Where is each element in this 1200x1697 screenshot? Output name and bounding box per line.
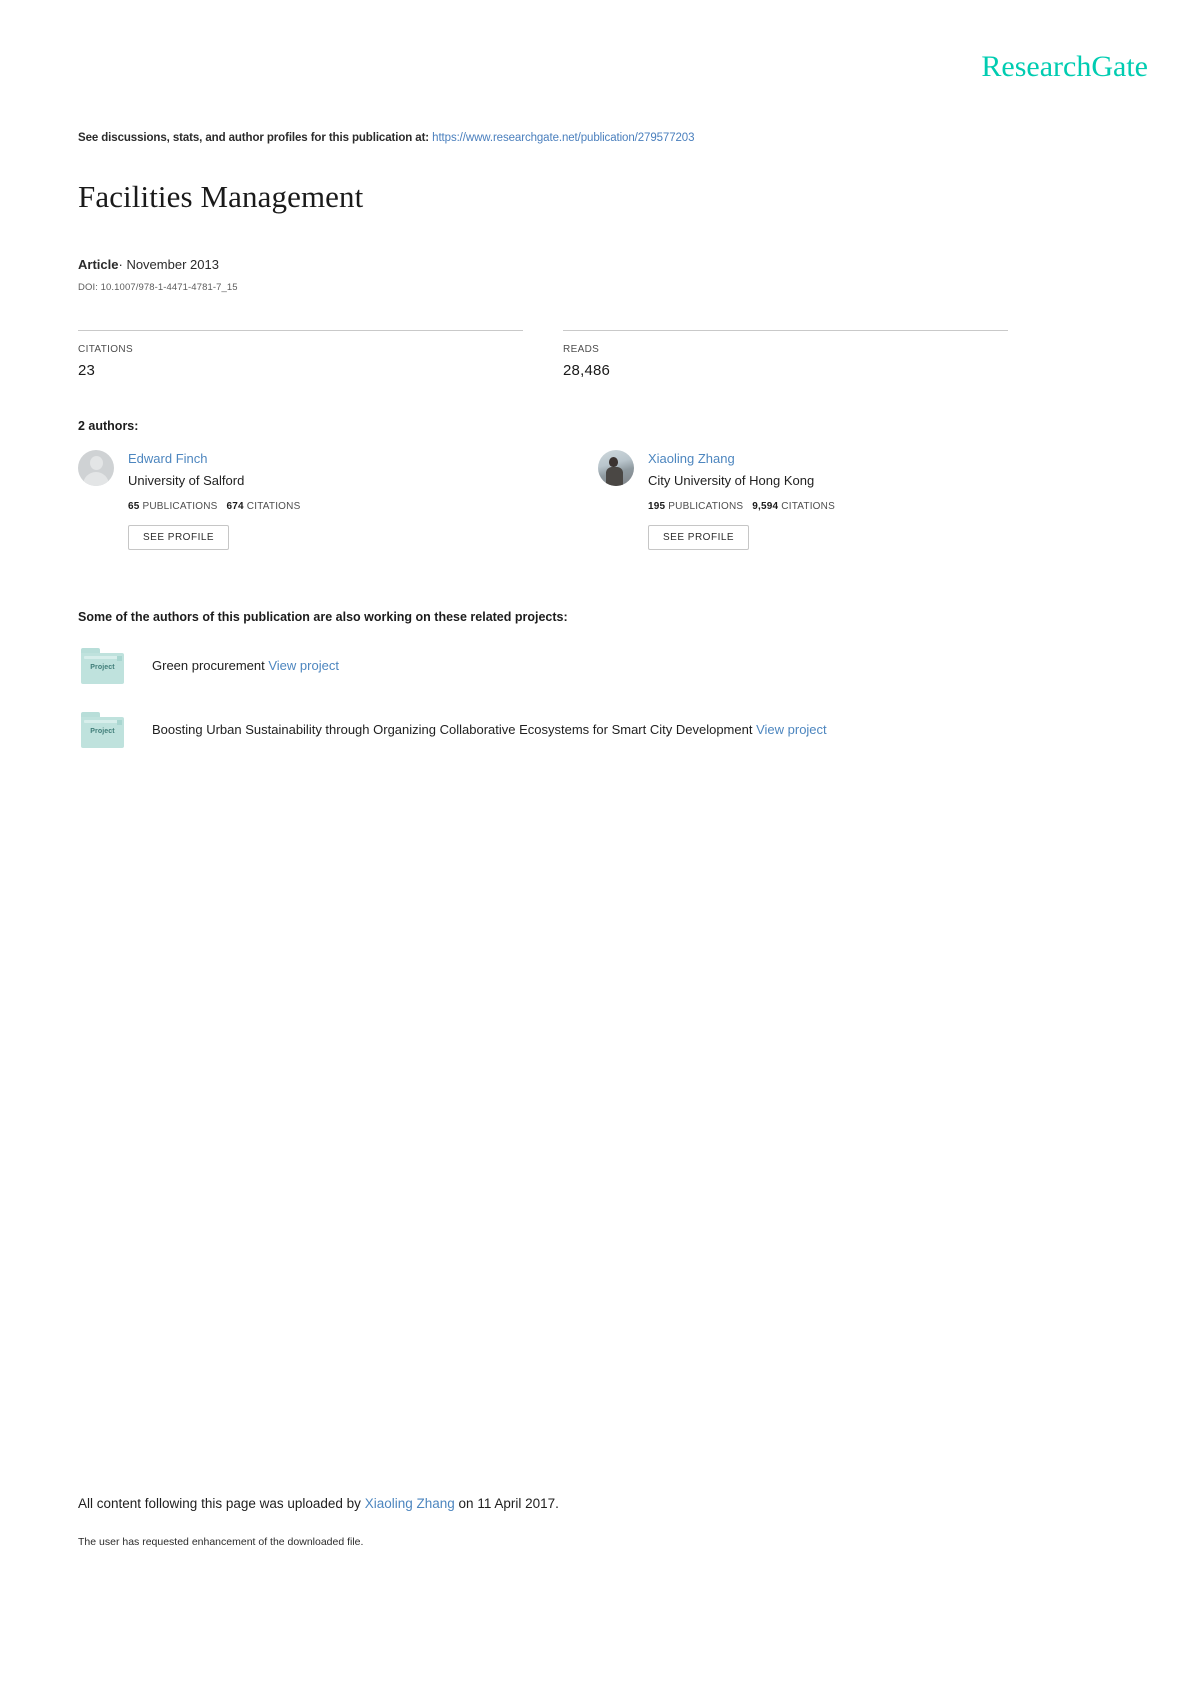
- author-stats: 65 PUBLICATIONS 674 CITATIONS: [128, 501, 300, 512]
- discussion-line: See discussions, stats, and author profi…: [78, 130, 1122, 146]
- author-citations-count: 674: [226, 501, 244, 513]
- stats-row: CITATIONS 23 READS 28,486: [78, 329, 1122, 379]
- publications-label: PUBLICATIONS: [142, 501, 218, 513]
- page-title: Facilities Management: [78, 179, 364, 215]
- author-name-link[interactable]: Xiaoling Zhang: [648, 451, 835, 467]
- project-title: Green procurement: [152, 657, 265, 673]
- upload-attribution: All content following this page was uplo…: [78, 1495, 1122, 1513]
- avatar: [598, 449, 634, 486]
- projects-heading: Some of the authors of this publication …: [78, 610, 568, 625]
- researchgate-logo: ResearchGate: [981, 50, 1148, 83]
- publication-type-separator: ·: [118, 256, 123, 272]
- uploader-link[interactable]: Xiaoling Zhang: [365, 1496, 455, 1511]
- authors-heading: 2 authors:: [78, 418, 139, 433]
- stat-value: 23: [78, 361, 96, 379]
- project-text: Green procurement View project: [152, 658, 339, 675]
- project-folder-label: Project: [90, 664, 115, 672]
- publication-cover-page: ResearchGate See discussions, stats, and…: [0, 0, 1200, 1697]
- author-card: Xiaoling Zhang City University of Hong K…: [598, 449, 1078, 551]
- author-name-link[interactable]: Edward Finch: [128, 451, 300, 467]
- stat-citations: CITATIONS 23: [78, 329, 523, 379]
- view-project-link[interactable]: View project: [268, 658, 339, 673]
- author-card: Edward Finch University of Salford 65 PU…: [78, 449, 558, 551]
- author-info: Xiaoling Zhang City University of Hong K…: [648, 450, 835, 551]
- author-publications-count: 65: [128, 501, 140, 513]
- project-row: Project Boosting Urban Sustainability th…: [78, 712, 1122, 749]
- stat-label: READS: [563, 343, 600, 355]
- author-affiliation: City University of Hong Kong: [648, 472, 815, 488]
- author-citations-count: 9,594: [752, 501, 779, 513]
- stat-divider: [78, 329, 523, 331]
- publication-type-line: Article· November 2013: [78, 257, 1122, 274]
- authors-row: Edward Finch University of Salford 65 PU…: [78, 449, 1122, 551]
- author-stats: 195 PUBLICATIONS 9,594 CITATIONS: [648, 501, 835, 512]
- project-text: Boosting Urban Sustainability through Or…: [152, 722, 827, 739]
- enhancement-note: The user has requested enhancement of th…: [78, 1535, 364, 1548]
- see-profile-button[interactable]: SEE PROFILE: [128, 525, 230, 551]
- upload-suffix: on 11 April 2017.: [458, 1496, 559, 1511]
- discussion-prefix: See discussions, stats, and author profi…: [78, 132, 430, 144]
- placeholder-avatar-icon: [78, 449, 114, 486]
- publication-content: See discussions, stats, and author profi…: [78, 130, 1122, 749]
- stat-value: 28,486: [563, 361, 611, 379]
- author-info: Edward Finch University of Salford 65 PU…: [128, 450, 300, 551]
- page-footer: All content following this page was uplo…: [78, 1495, 1122, 1548]
- publications-label: PUBLICATIONS: [668, 501, 744, 513]
- project-row: Project Green procurement View project: [78, 648, 1122, 685]
- project-folder-label: Project: [90, 728, 115, 736]
- see-profile-button[interactable]: SEE PROFILE: [648, 525, 750, 551]
- author-affiliation: University of Salford: [128, 472, 245, 488]
- publication-url-link[interactable]: https://www.researchgate.net/publication…: [432, 132, 694, 144]
- publication-doi: DOI: 10.1007/978-1-4471-4781-7_15: [78, 281, 238, 293]
- stat-reads: READS 28,486: [563, 329, 1008, 379]
- stat-divider: [563, 329, 1008, 331]
- upload-prefix: All content following this page was uplo…: [78, 1496, 361, 1511]
- project-folder-icon: Project: [81, 648, 124, 685]
- project-title: Boosting Urban Sustainability through Or…: [152, 721, 753, 737]
- project-folder-icon: Project: [81, 712, 124, 749]
- citations-label: CITATIONS: [246, 501, 301, 513]
- publication-type: Article: [78, 256, 119, 272]
- citations-label: CITATIONS: [781, 501, 835, 513]
- view-project-link[interactable]: View project: [756, 722, 827, 737]
- publication-date: November 2013: [126, 256, 219, 272]
- stat-label: CITATIONS: [78, 343, 134, 355]
- author-publications-count: 195: [648, 501, 666, 513]
